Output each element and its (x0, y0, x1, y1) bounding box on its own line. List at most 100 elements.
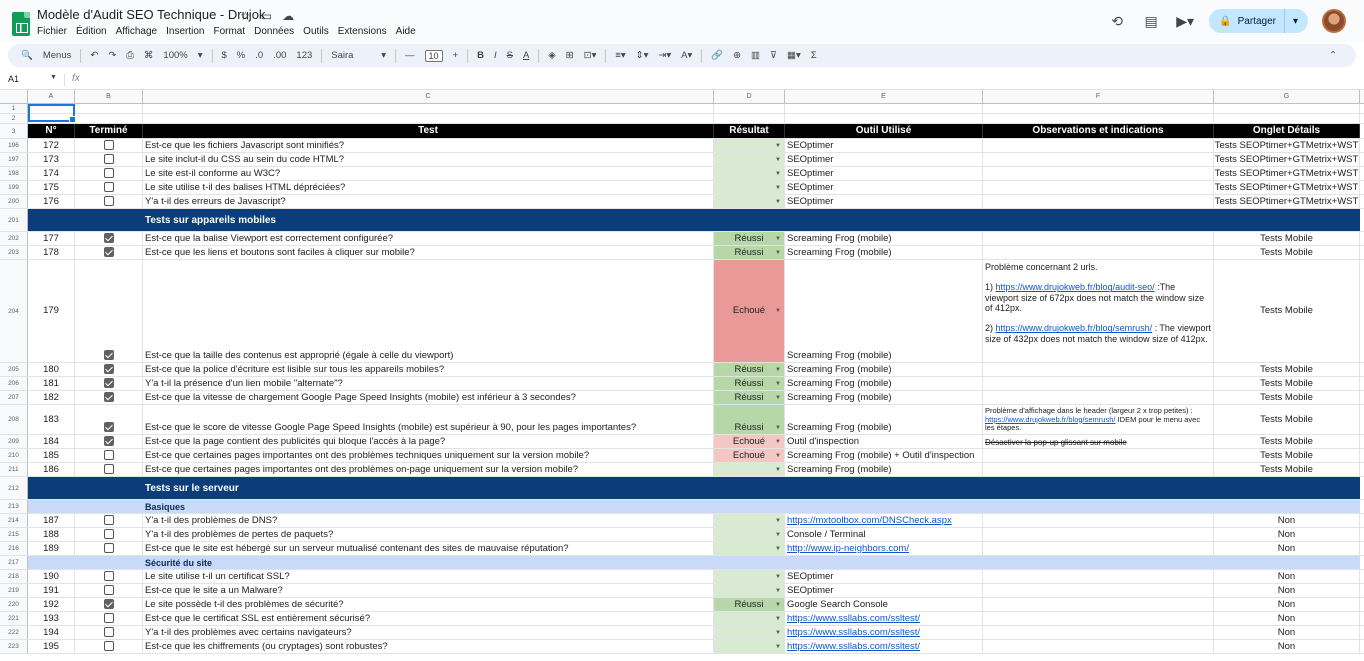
result-select[interactable]: Réussi ▼ (714, 246, 785, 259)
test-description[interactable]: Est-ce que les liens et boutons sont fac… (143, 246, 714, 259)
chevron-down-icon[interactable]: ▼ (775, 171, 781, 177)
details-tab[interactable]: Non (1214, 626, 1360, 639)
chevron-down-icon[interactable]: ▼ (775, 308, 781, 314)
test-description[interactable]: Est-ce que certaines pages importantes o… (143, 449, 714, 462)
row-number[interactable]: 1 (0, 104, 28, 113)
header-observations[interactable]: Observations et indications (983, 124, 1214, 138)
row-id[interactable]: 194 (28, 626, 75, 639)
done-checkbox-cell[interactable] (75, 570, 143, 583)
result-select[interactable]: ▼ (714, 463, 785, 476)
result-select[interactable]: ▼ (714, 542, 785, 555)
header-tab[interactable]: Onglet Détails (1214, 124, 1360, 138)
result-select[interactable]: ▼ (714, 528, 785, 541)
row-id[interactable]: 172 (28, 139, 75, 152)
done-checkbox[interactable] (103, 247, 114, 257)
test-description[interactable]: Est-ce que la vitesse de chargement Goog… (143, 391, 714, 404)
done-checkbox-cell[interactable] (75, 584, 143, 597)
row-id[interactable]: 193 (28, 612, 75, 625)
row-number[interactable]: 209 (0, 435, 28, 448)
grid-cell[interactable] (714, 114, 785, 123)
vertical-align-icon[interactable]: ⇕▾ (636, 50, 649, 61)
percent-button[interactable]: % (237, 50, 245, 61)
header-tool[interactable]: Outil Utilisé (785, 124, 983, 138)
history-icon[interactable]: ⟲ (1107, 13, 1127, 30)
done-checkbox-cell[interactable] (75, 153, 143, 166)
menu-edition[interactable]: Édition (76, 25, 107, 38)
chevron-down-icon[interactable]: ▼ (775, 467, 781, 473)
details-tab[interactable]: Tests Mobile (1214, 405, 1360, 434)
details-tab[interactable]: Tests SEOPtimer+GTMetrix+WST (1214, 181, 1360, 194)
chevron-down-icon[interactable]: ▾ (381, 50, 386, 61)
test-description[interactable]: Le site est-il conforme au W3C? (143, 167, 714, 180)
zoom-select[interactable]: 100% (163, 50, 187, 61)
details-tab[interactable]: Tests Mobile (1214, 449, 1360, 462)
chevron-down-icon[interactable]: ▼ (775, 425, 781, 431)
chevron-down-icon[interactable]: ▼ (775, 157, 781, 163)
tool-used[interactable]: SEOptimer (785, 195, 983, 208)
grid-cell[interactable] (983, 104, 1214, 113)
grid-cell[interactable] (785, 114, 983, 123)
obs-link[interactable]: https://www.drujokweb.fr/blog/semrush/ (996, 323, 1153, 333)
done-checkbox[interactable] (103, 196, 114, 206)
done-checkbox-cell[interactable] (75, 435, 143, 448)
header-done[interactable]: Terminé (75, 124, 143, 138)
tool-used[interactable]: https://mxtoolbox.com/DNSCheck.aspx (785, 514, 983, 527)
font-size-increase[interactable]: + (453, 50, 459, 61)
test-description[interactable]: Le site inclut-il du CSS au sein du code… (143, 153, 714, 166)
done-checkbox-cell[interactable] (75, 363, 143, 376)
result-select[interactable]: ▼ (714, 153, 785, 166)
result-select[interactable]: ▼ (714, 612, 785, 625)
tool-used[interactable]: Screaming Frog (mobile) (785, 246, 983, 259)
done-checkbox-cell[interactable] (75, 514, 143, 527)
details-tab[interactable]: Tests Mobile (1214, 246, 1360, 259)
row-id[interactable]: 181 (28, 377, 75, 390)
chevron-down-icon[interactable]: ▼ (775, 602, 781, 608)
result-select[interactable]: Réussi ▼ (714, 598, 785, 611)
font-size-input[interactable]: 10 (424, 49, 443, 62)
row-number[interactable]: 204 (0, 260, 28, 362)
done-checkbox-cell[interactable] (75, 598, 143, 611)
details-tab[interactable]: Non (1214, 528, 1360, 541)
tool-used[interactable]: Screaming Frog (mobile) (785, 463, 983, 476)
result-select[interactable]: Echoué ▼ (714, 449, 785, 462)
done-checkbox[interactable] (103, 641, 114, 651)
done-checkbox[interactable] (103, 154, 114, 164)
row-number[interactable]: 208 (0, 405, 28, 434)
details-tab[interactable]: Non (1214, 584, 1360, 597)
details-tab[interactable]: Non (1214, 612, 1360, 625)
name-box[interactable]: A1 (8, 74, 19, 84)
observations[interactable] (983, 626, 1214, 639)
header-test[interactable]: Test (143, 124, 714, 138)
menus-search[interactable]: Menus (43, 50, 72, 61)
done-checkbox[interactable] (103, 529, 114, 539)
fill-color-icon[interactable]: ◈ (548, 50, 555, 61)
tool-used[interactable]: https://www.ssllabs.com/ssltest/ (785, 626, 983, 639)
tool-used[interactable]: Screaming Frog (mobile) (785, 391, 983, 404)
tool-used[interactable]: SEOptimer (785, 584, 983, 597)
strikethrough-icon[interactable]: S (507, 50, 513, 61)
result-select[interactable]: ▼ (714, 139, 785, 152)
filter-views-icon[interactable]: ▦▾ (787, 50, 801, 61)
tool-used[interactable]: SEOptimer (785, 139, 983, 152)
functions-icon[interactable]: Σ (811, 50, 817, 61)
section-title[interactable]: Tests sur appareils mobiles (28, 209, 1360, 231)
menu-format[interactable]: Format (213, 25, 245, 38)
header-result[interactable]: Résultat (714, 124, 785, 138)
row-id[interactable]: 173 (28, 153, 75, 166)
obs-link[interactable]: https://www.drujokweb.fr/blog/audit-seo/ (996, 282, 1155, 292)
avatar[interactable] (1322, 9, 1346, 33)
row-number[interactable]: 198 (0, 167, 28, 180)
result-select[interactable]: Réussi ▼ (714, 405, 785, 434)
chevron-down-icon[interactable]: ▼ (775, 532, 781, 538)
tool-used[interactable]: http://www.ip-neighbors.com/ (785, 542, 983, 555)
star-icon[interactable]: ☆ (240, 9, 251, 23)
observations[interactable]: Problème d'affichage dans le header (lar… (983, 405, 1214, 434)
result-select[interactable]: Echoué ▼ (714, 435, 785, 448)
chevron-down-icon[interactable]: ▼ (50, 74, 57, 81)
row-number[interactable]: 221 (0, 612, 28, 625)
tool-used[interactable]: Screaming Frog (mobile) (785, 377, 983, 390)
chevron-down-icon[interactable]: ▼ (775, 588, 781, 594)
chevron-down-icon[interactable]: ▼ (775, 143, 781, 149)
chevron-down-icon[interactable]: ▾ (198, 50, 203, 61)
tool-used[interactable]: Screaming Frog (mobile) + Outil d'inspec… (785, 449, 983, 462)
